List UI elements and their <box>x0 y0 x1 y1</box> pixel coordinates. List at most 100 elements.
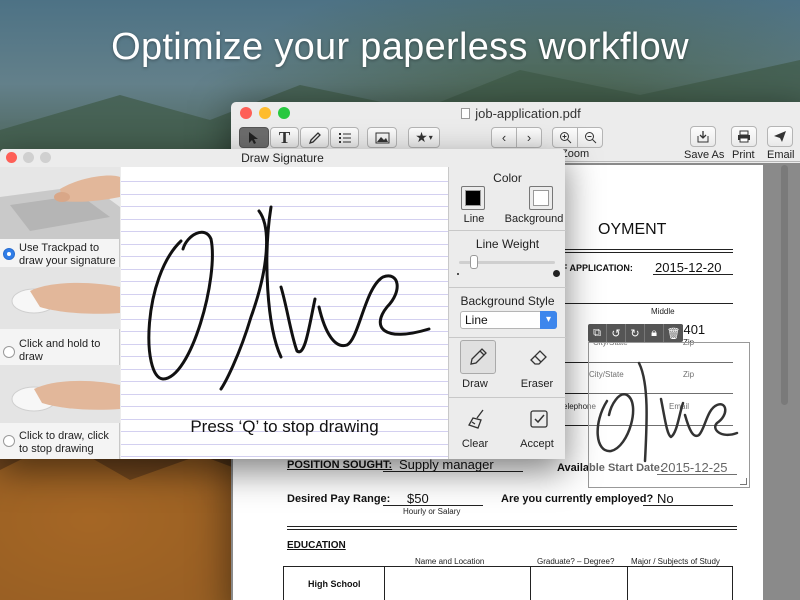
background-color-label: Background <box>504 213 564 225</box>
form-rule <box>287 529 737 530</box>
line-color-swatch[interactable] <box>461 186 485 210</box>
zoom-in-button[interactable] <box>552 127 578 148</box>
star-icon: ★ <box>415 129 428 145</box>
chevron-right-icon: › <box>526 130 532 145</box>
trash-icon[interactable]: 🗑︎ <box>664 324 683 342</box>
resize-handle[interactable] <box>740 478 747 485</box>
line-weight-section: Line Weight <box>449 231 566 288</box>
clear-button[interactable] <box>460 402 496 436</box>
signature-toolbar: ⧉ ↺ ↻ 🔒︎ 🗑︎ <box>588 324 683 342</box>
hourly-salary-label: Hourly or Salary <box>403 507 461 516</box>
previous-page-button[interactable]: ‹ <box>491 127 517 148</box>
next-page-button[interactable]: › <box>516 127 542 148</box>
method-trackpad[interactable]: Use Trackpad to draw your signature <box>0 167 120 267</box>
window-title: job-application.pdf <box>475 106 581 121</box>
placed-signature[interactable] <box>588 342 750 488</box>
image-icon <box>375 132 389 143</box>
text-tool-button[interactable]: T <box>270 127 299 148</box>
placed-signature-drawing <box>596 361 739 463</box>
line-weight-slider[interactable] <box>459 255 555 269</box>
education-table: High School <box>283 566 733 600</box>
click-toggle-radio[interactable] <box>3 435 15 447</box>
print-label: Print <box>732 149 755 161</box>
zoom-window-button[interactable] <box>278 107 290 119</box>
canvas-hint: Press ‘Q’ to stop drawing <box>190 417 379 436</box>
mouse-hold-photo <box>0 267 120 329</box>
checkbox-check-icon <box>530 410 548 428</box>
desired-pay-value: $50 <box>407 491 429 506</box>
save-as-button[interactable] <box>690 126 716 147</box>
form-rule <box>553 249 733 250</box>
chevron-down-icon: ▾ <box>540 311 557 329</box>
draw-tool-button[interactable] <box>460 340 496 374</box>
color-section: Color Line Background <box>449 167 566 231</box>
rotate-left-icon[interactable]: ↺ <box>607 324 626 342</box>
dialog-titlebar: Draw Signature <box>0 149 565 167</box>
chevron-down-icon: ▾ <box>428 133 433 142</box>
text-tool-icon: T <box>278 127 291 147</box>
eraser-icon <box>530 350 547 365</box>
save-as-label: Save As <box>684 149 725 161</box>
method-click-hold[interactable]: Click and hold to draw <box>0 267 120 365</box>
chevron-left-icon: ‹ <box>501 130 507 145</box>
window-titlebar: job-application.pdf <box>231 102 800 124</box>
method-click-toggle[interactable]: Click to draw, click to stop drawing <box>0 365 120 461</box>
employed-value: No <box>657 491 674 506</box>
dialog-minimize-button[interactable] <box>23 152 34 163</box>
download-tray-icon <box>697 131 709 143</box>
background-style-select[interactable]: Line ▾ <box>460 311 557 329</box>
favorites-tool-button[interactable]: ★ ▾ <box>408 127 440 148</box>
middle-label: Middle <box>651 307 675 316</box>
image-tool-button[interactable] <box>367 127 397 148</box>
sign-tool-button[interactable] <box>300 127 329 148</box>
education-label: EDUCATION <box>287 540 346 551</box>
signature-canvas[interactable]: Press ‘Q’ to stop drawing <box>121 167 448 459</box>
method-click-toggle-label: Click to draw, click to stop drawing <box>19 430 109 455</box>
vertical-scrollbar[interactable] <box>779 165 789 600</box>
action-section: Clear Accept <box>449 398 566 459</box>
col-major: Major / Subjects of Study <box>631 557 720 566</box>
select-tool-button[interactable] <box>239 127 269 148</box>
form-rule <box>383 505 483 506</box>
position-sought-value: Supply manager <box>399 457 494 472</box>
background-color-swatch[interactable] <box>529 186 553 210</box>
pen-icon <box>470 348 487 365</box>
background-style-section: Background Style Line ▾ <box>449 288 566 338</box>
pen-icon <box>308 131 321 144</box>
printer-icon <box>738 130 750 143</box>
dialog-close-button[interactable] <box>6 152 17 163</box>
form-rule <box>643 505 733 506</box>
scrollbar-thumb[interactable] <box>781 165 788 405</box>
draw-signature-dialog: Draw Signature Use Trackpad to draw your … <box>0 149 566 459</box>
trackpad-radio[interactable] <box>3 248 15 260</box>
click-hold-radio[interactable] <box>3 346 15 358</box>
headline: Optimize your paperless workflow <box>111 26 689 68</box>
rotate-right-icon[interactable]: ↻ <box>626 324 645 342</box>
zoom-label: Zoom <box>561 148 590 160</box>
zoom-out-button[interactable] <box>577 127 603 148</box>
input-method-panel: Use Trackpad to draw your signature Click… <box>0 167 120 459</box>
dialog-zoom-button[interactable] <box>40 152 51 163</box>
duplicate-icon[interactable]: ⧉ <box>588 324 607 342</box>
document-icon <box>461 108 471 119</box>
list-tool-button[interactable] <box>330 127 359 148</box>
mouse-click-photo <box>0 365 120 423</box>
employed-label: Are you currently employed? <box>501 493 654 505</box>
col-graduate: Graduate? – Degree? <box>537 557 615 566</box>
form-rule <box>383 471 523 472</box>
print-button[interactable] <box>731 126 757 147</box>
slider-knob[interactable] <box>469 255 478 269</box>
email-button[interactable] <box>767 126 793 147</box>
method-trackpad-label: Use Trackpad to draw your signature <box>19 242 116 267</box>
col-name-location: Name and Location <box>415 557 485 566</box>
background-style-heading: Background Style <box>460 294 555 308</box>
minimize-window-button[interactable] <box>259 107 271 119</box>
accept-button[interactable] <box>521 402 557 436</box>
lock-icon[interactable]: 🔒︎ <box>645 324 664 342</box>
thick-line-icon <box>553 270 560 277</box>
eraser-tool-button[interactable] <box>521 340 557 374</box>
color-heading: Color <box>493 171 522 185</box>
drawn-signature <box>147 205 431 391</box>
close-window-button[interactable] <box>240 107 252 119</box>
email-label: Email <box>767 149 795 161</box>
